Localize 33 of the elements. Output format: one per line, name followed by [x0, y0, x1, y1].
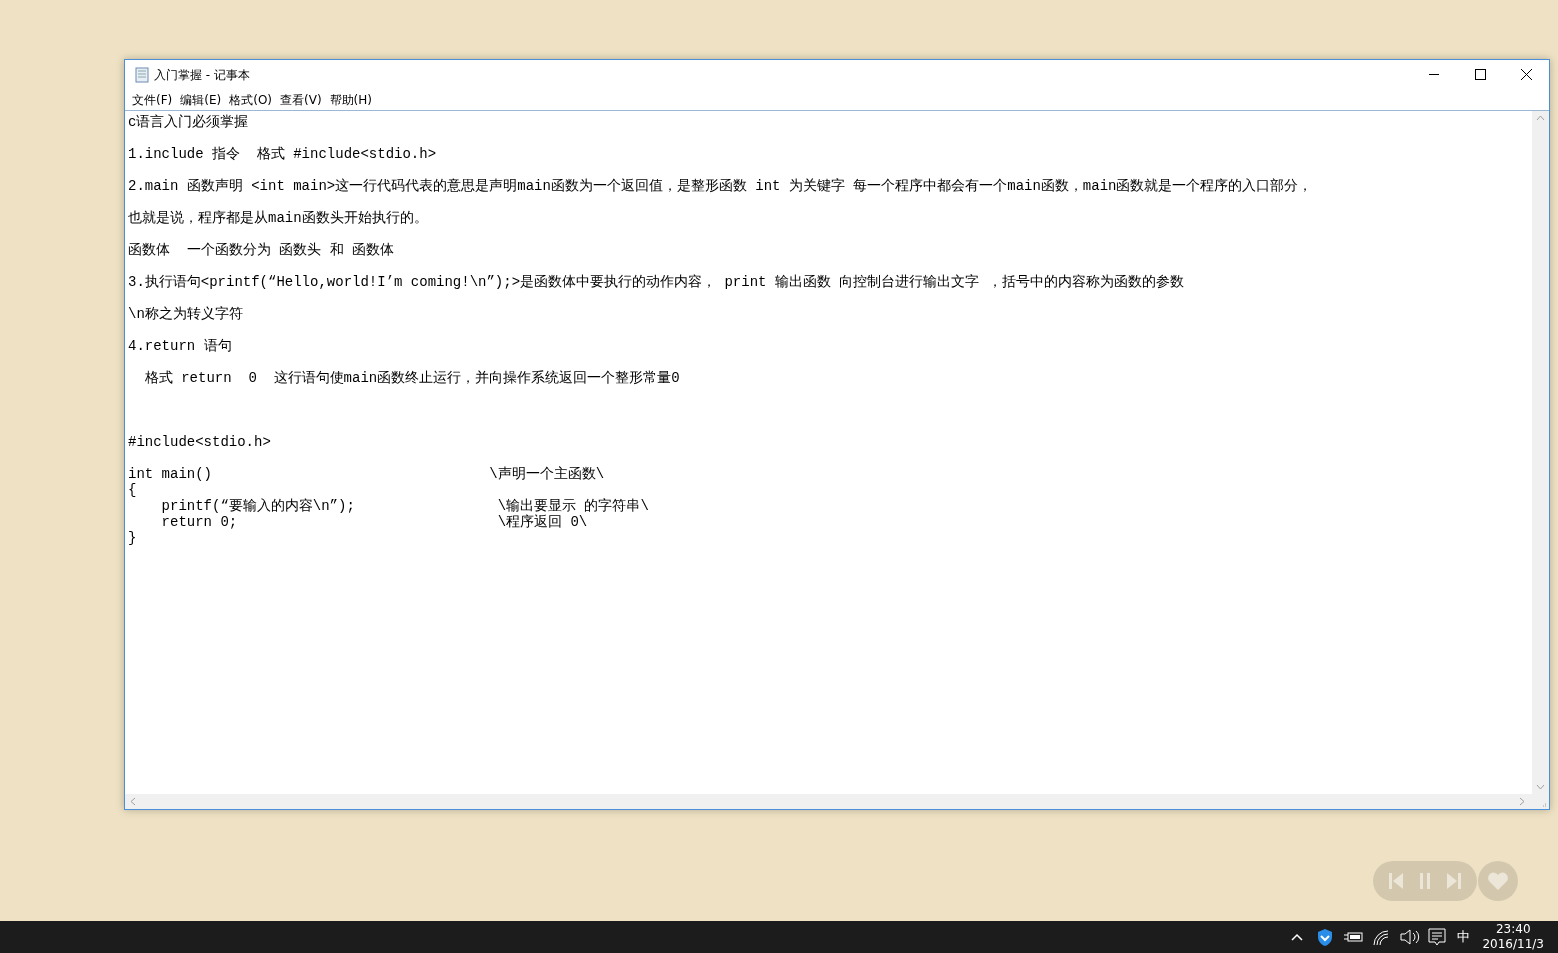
text-line: 格式 return 0 这行语句使main函数终止运行，并向操作系统返回一个整形常量0 — [143, 370, 680, 386]
text-line: { — [128, 482, 137, 498]
window-title: 入门掌握 - 记事本 — [154, 66, 250, 84]
text-line: 也就是说，程序都是从main函数头开始执行的。 — [128, 210, 428, 226]
text-line: printf(“要输入的内容\n”); \输出要显示 的字符串\ — [160, 498, 649, 514]
text-line: 函数体 一个函数分为 函数头 和 函数体 — [128, 242, 394, 258]
text-line: c语言入门必须掌握 — [128, 114, 249, 130]
next-icon[interactable] — [1445, 872, 1462, 890]
menu-item[interactable]: 文件(F) — [128, 88, 177, 111]
menu-item[interactable]: 帮助(H) — [325, 88, 376, 111]
clock[interactable]: 23:40 2016/11/3 — [1478, 922, 1548, 952]
maximize-icon — [1474, 69, 1486, 80]
pause-icon[interactable] — [1419, 872, 1431, 890]
text-line: #include<stdio.h> — [128, 434, 271, 450]
text-line: int main() \声明一个主函数\ — [128, 466, 605, 482]
text-line: 3.执行语句<printf(“Hello,world!I’m coming!\n”);>是函数体中要执行的动作内容， print 输出函数 向控制台进行输出文字 ，括号中的内容称为函数的参数 — [128, 274, 1184, 290]
menu-item[interactable]: 编辑(E) — [176, 88, 226, 111]
horizontal-scrollbar[interactable] — [125, 794, 1549, 809]
heart-icon — [1487, 871, 1509, 891]
menu-item[interactable]: 格式(O) — [225, 88, 277, 111]
menu-item[interactable]: 查看(V) — [276, 88, 326, 111]
vertical-scrollbar[interactable] — [1532, 111, 1549, 794]
favorite-button[interactable] — [1478, 861, 1518, 901]
text-line: return 0; \程序返回 0\ — [160, 514, 588, 530]
text-line: \n称之为转义字符 — [128, 306, 243, 322]
input-method-indicator[interactable]: 中 — [1453, 927, 1475, 947]
text-line: 1.include 指令 格式 #include<stdio.h> — [128, 146, 437, 162]
notepad-icon — [134, 66, 150, 83]
previous-icon[interactable] — [1388, 872, 1405, 890]
text-line: 2.main 函数声明 <int main>这一行代码代表的意思是声明main函数为一个返回值，是整形函数 int 为关键字 每一个程序中都会有一个main函数，main函数就是一个程序的入口部分， — [128, 178, 1313, 194]
close-icon — [1520, 69, 1532, 80]
text-line: } — [128, 530, 137, 546]
text-line: 4.return 语句 — [128, 338, 232, 354]
